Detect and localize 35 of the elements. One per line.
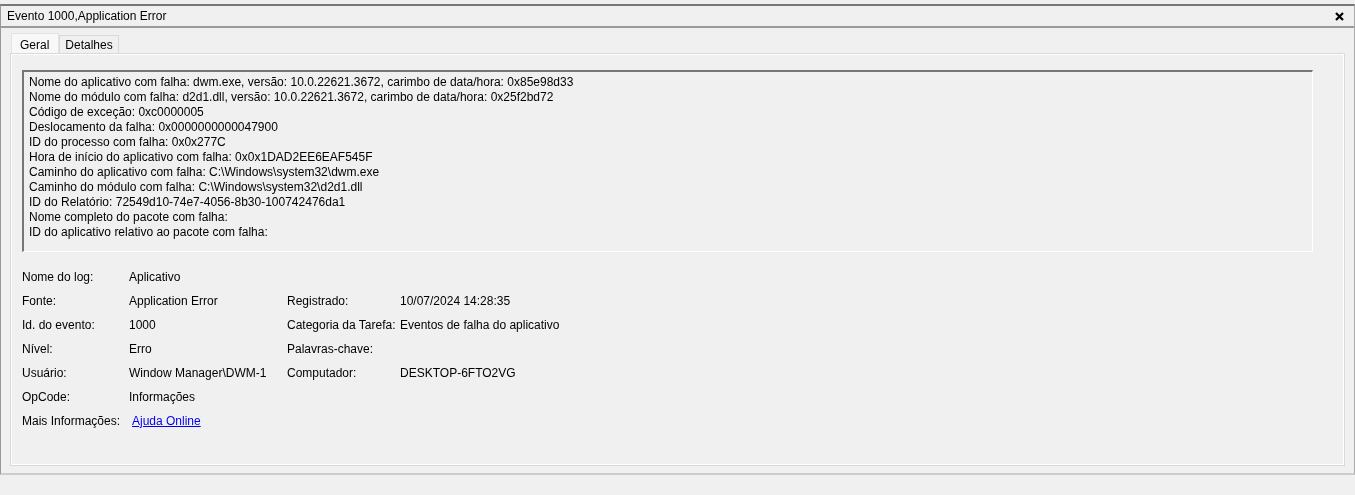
property-value: 1000 (129, 317, 157, 334)
description-line: Nome do módulo com falha: d2d1.dll, versão: 10.0.22621.3672, carimbo de data/hora: 0x25f2bd72 (29, 90, 555, 105)
description-line: Nome do aplicativo com falha: dwm.exe, versão: 10.0.22621.3672, carimbo de data/hora: 0x85e98d33 (29, 75, 575, 90)
description-line: ID do Relatório: 72549d10-74e7-4056-8b30-100742476da1 (29, 195, 347, 210)
window-title: Evento 1000,Application Error (7, 9, 167, 23)
property-label: Usuário: (22, 365, 68, 382)
property-value: Erro (129, 341, 153, 358)
property-label: Nome do log: (22, 269, 95, 286)
property-label: Id. do evento: (22, 317, 96, 334)
description-line: Deslocamento da falha: 0x0000000000047900 (29, 120, 279, 135)
close-icon[interactable] (1335, 11, 1344, 21)
property-value: Application Error (129, 293, 219, 310)
tab[interactable]: Geral (11, 33, 60, 54)
property-label: Mais Informações: (22, 413, 122, 430)
property-label: Palavras-chave: (287, 341, 375, 358)
description-line: Nome completo do pacote com falha: (29, 210, 229, 225)
property-label: Categoria da Tarefa: (287, 317, 397, 334)
property-value: Aplicativo (129, 269, 182, 286)
description-line: Caminho do módulo com falha: C:\Windows\system32\d2d1.dll (29, 180, 364, 195)
description-line: ID do aplicativo relativo ao pacote com falha: (29, 225, 269, 240)
description-line: ID do processo com falha: 0x0x277C (29, 135, 227, 150)
description-line: Caminho do aplicativo com falha: C:\Windows\system32\dwm.exe (29, 165, 381, 180)
property-value: Informações (129, 389, 197, 406)
property-label: Computador: (287, 365, 358, 382)
property-value: Window Manager\DWM-1 (129, 365, 268, 382)
property-label: Nível: (22, 341, 54, 358)
property-label: OpCode: (22, 389, 72, 406)
description-line: Hora de início do aplicativo com falha: 0x0x1DAD2EE6EAF545F (29, 150, 374, 165)
property-value: 10/07/2024 14:28:35 (400, 293, 512, 310)
property-value: DESKTOP-6FTO2VG (400, 365, 517, 382)
description-line: Código de exceção: 0xc0000005 (29, 105, 205, 120)
property-value: Eventos de falha do aplicativo (400, 317, 560, 334)
property-label: Registrado: (287, 293, 350, 310)
help-link[interactable]: Ajuda Online (132, 414, 201, 428)
property-label: Fonte: (22, 293, 58, 310)
